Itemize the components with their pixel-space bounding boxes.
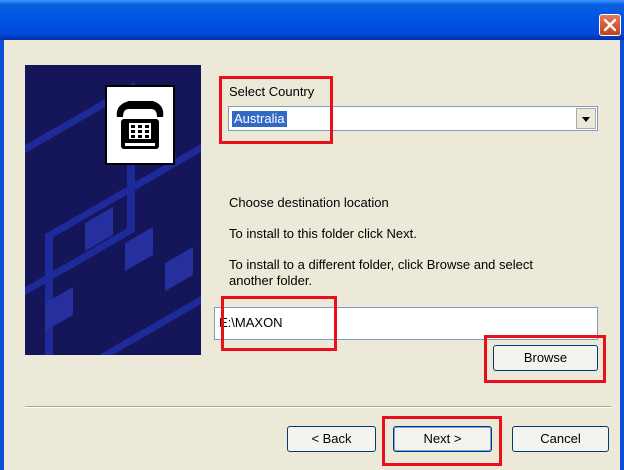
- telephone-icon: [116, 101, 164, 149]
- window-frame-right: [620, 40, 624, 470]
- title-bar: [0, 0, 624, 40]
- close-button[interactable]: [599, 14, 621, 36]
- highlight-country: [219, 76, 333, 144]
- instruction-browse-text: To install to a different folder, click …: [229, 257, 533, 272]
- side-graphic: [25, 65, 201, 355]
- highlight-path: [221, 296, 337, 351]
- back-button[interactable]: < Back: [287, 426, 376, 452]
- instruction-next-text: To install to this folder click Next.: [229, 226, 417, 241]
- close-icon: [603, 18, 617, 32]
- highlight-next: [382, 416, 502, 466]
- window-frame-left: [0, 40, 4, 470]
- phone-icon-box: [105, 85, 175, 165]
- cancel-button[interactable]: Cancel: [512, 426, 609, 452]
- footer-divider: [25, 406, 611, 408]
- highlight-browse: [484, 335, 606, 383]
- destination-heading: Choose destination location: [229, 195, 389, 210]
- instruction-browse-text-2: another folder.: [229, 273, 313, 288]
- chevron-down-icon[interactable]: [576, 108, 596, 129]
